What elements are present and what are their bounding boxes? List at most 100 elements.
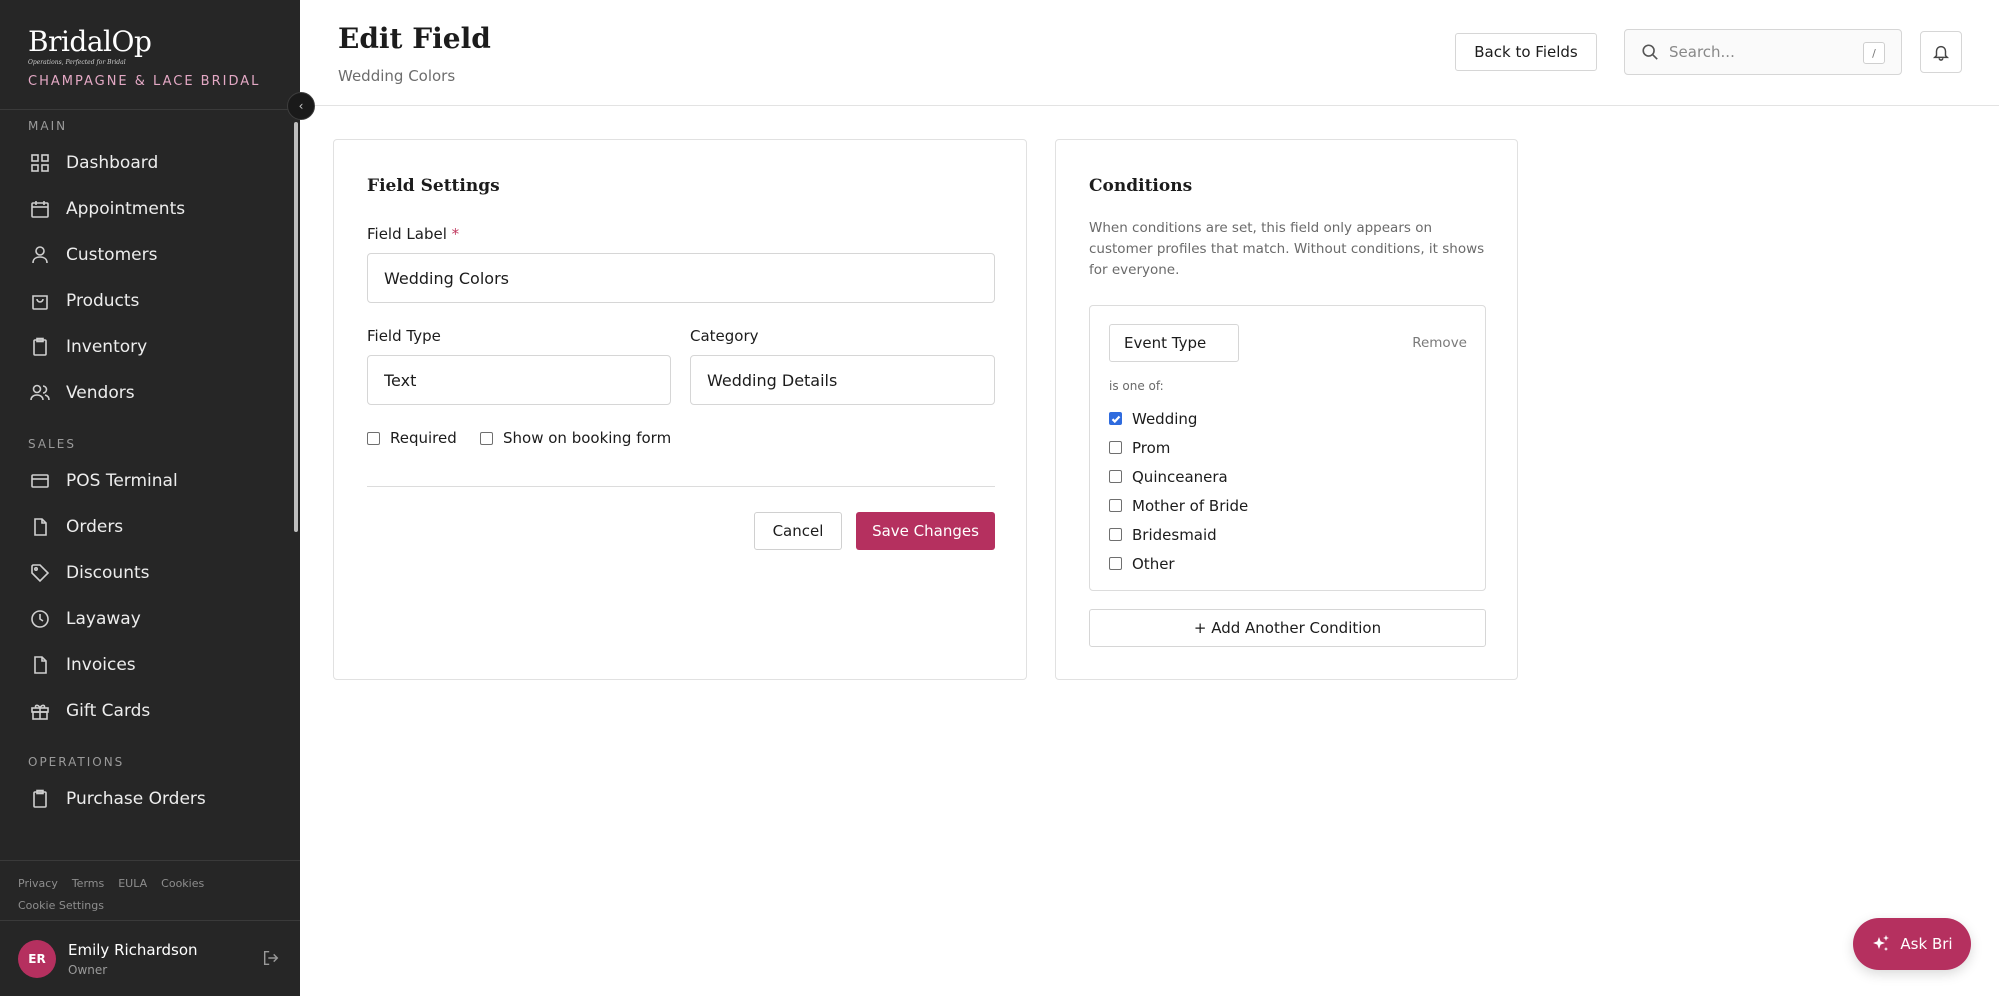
condition-attribute-select[interactable]: Event Type: [1109, 324, 1239, 362]
page-subtitle: Wedding Colors: [338, 67, 456, 85]
sidebar-item-label: Invoices: [66, 655, 136, 675]
required-checkbox-row[interactable]: Required: [367, 429, 457, 447]
add-another-condition-button[interactable]: + Add Another Condition: [1089, 609, 1486, 647]
sidebar-item-layaway[interactable]: Layaway: [0, 596, 300, 642]
gift-icon: [31, 704, 49, 720]
option-bridesmaid[interactable]: Bridesmaid: [1109, 520, 1248, 549]
sidebar-item-inventory[interactable]: Inventory: [0, 324, 300, 370]
required-checkbox[interactable]: [367, 431, 380, 445]
sidebar-item-invoices[interactable]: Invoices: [0, 642, 300, 688]
sparkles-icon: [1873, 935, 1890, 951]
notifications-button[interactable]: [1920, 31, 1962, 73]
remove-condition-link[interactable]: Remove: [1412, 335, 1467, 351]
sidebar-footer: Privacy Terms EULA Cookies Cookie Settings …: [0, 860, 300, 996]
option-label: Quinceanera: [1132, 467, 1228, 486]
sidebar-nav: MAIN Dashboard Appointments Customers Pr…: [0, 112, 300, 860]
option-checkbox[interactable]: [1109, 441, 1122, 454]
option-checkbox[interactable]: [1109, 528, 1122, 541]
sidebar-item-customers[interactable]: Customers: [0, 232, 300, 278]
option-label: Bridesmaid: [1132, 525, 1217, 544]
sidebar-item-label: Appointments: [66, 199, 186, 219]
option-other[interactable]: Other: [1109, 549, 1248, 578]
logo-tagline: Operations, Perfected for Bridal: [28, 59, 126, 66]
search-input[interactable]: [1669, 43, 1859, 61]
condition-operator: is one of:: [1109, 379, 1164, 393]
section-label-main: MAIN: [28, 119, 68, 133]
search-icon: [1642, 44, 1658, 60]
sidebar-item-purchase-orders[interactable]: Purchase Orders: [0, 776, 300, 822]
field-type-input[interactable]: [367, 355, 671, 405]
sidebar-item-label: Inventory: [66, 337, 148, 357]
divider: [367, 486, 995, 487]
chevron-left-icon: ‹: [298, 99, 304, 113]
user-profile[interactable]: ER Emily Richardson Owner: [0, 920, 300, 996]
calendar-icon: [31, 201, 49, 218]
sidebar-item-orders[interactable]: Orders: [0, 504, 300, 550]
sidebar-item-label: Customers: [66, 245, 158, 265]
logout-icon[interactable]: [262, 949, 280, 967]
bell-icon: [1932, 45, 1950, 61]
avatar: ER: [18, 939, 56, 978]
user-icon: [32, 246, 48, 264]
option-mother-of-bride[interactable]: Mother of Bride: [1109, 491, 1248, 520]
check-icon: [1111, 415, 1120, 423]
cookie-settings-link[interactable]: Cookie Settings: [18, 899, 104, 912]
sidebar-item-label: Layaway: [66, 609, 141, 629]
conditions-card: Conditions When conditions are set, this…: [1055, 139, 1518, 680]
sidebar-item-discounts[interactable]: Discounts: [0, 550, 300, 596]
field-settings-title: Field Settings: [367, 176, 500, 196]
field-settings-card: Field Settings Field Label * Field Type …: [333, 139, 1027, 680]
option-label: Prom: [1132, 438, 1171, 457]
option-checkbox[interactable]: [1109, 412, 1122, 425]
sidebar-item-label: POS Terminal: [66, 471, 178, 491]
required-asterisk: *: [451, 225, 460, 243]
sidebar-item-appointments[interactable]: Appointments: [0, 186, 300, 232]
sidebar-scrollbar[interactable]: [294, 122, 298, 532]
search-bar: /: [1624, 29, 1902, 75]
collapse-sidebar-button[interactable]: ‹: [287, 92, 315, 120]
condition-block: Event Type Remove is one of: Wedding Pro…: [1089, 305, 1486, 591]
sidebar-item-pos-terminal[interactable]: POS Terminal: [0, 458, 300, 504]
document-icon: [34, 518, 47, 536]
shopping-bag-icon: [32, 295, 48, 310]
save-changes-button[interactable]: Save Changes: [856, 512, 995, 550]
eula-link[interactable]: EULA: [118, 877, 147, 890]
sidebar-item-gift-cards[interactable]: Gift Cards: [0, 688, 300, 734]
sidebar: BridalOp Operations, Perfected for Brida…: [0, 0, 300, 996]
sidebar-item-label: Gift Cards: [66, 701, 151, 721]
clipboard-icon: [33, 337, 47, 356]
search-shortcut-key: /: [1863, 42, 1885, 64]
brand: BridalOp Operations, Perfected for Brida…: [0, 0, 300, 110]
privacy-link[interactable]: Privacy: [18, 877, 58, 890]
option-prom[interactable]: Prom: [1109, 433, 1248, 462]
show-on-booking-checkbox[interactable]: [480, 431, 493, 445]
sidebar-item-label: Discounts: [66, 563, 150, 583]
ask-bri-label: Ask Bri: [1900, 935, 1953, 953]
logo[interactable]: BridalOp: [28, 28, 300, 56]
cancel-button[interactable]: Cancel: [754, 512, 842, 550]
section-label-operations: OPERATIONS: [28, 755, 125, 769]
credit-card-icon: [31, 474, 49, 488]
sidebar-item-label: Vendors: [66, 383, 135, 403]
sidebar-item-label: Orders: [66, 517, 124, 537]
ask-bri-button[interactable]: Ask Bri: [1853, 918, 1971, 970]
sidebar-item-products[interactable]: Products: [0, 278, 300, 324]
page-header: Edit Field Wedding Colors Back to Fields…: [300, 0, 1999, 106]
option-checkbox[interactable]: [1109, 499, 1122, 512]
option-quinceanera[interactable]: Quinceanera: [1109, 462, 1248, 491]
cookies-link[interactable]: Cookies: [161, 877, 204, 890]
back-to-fields-button[interactable]: Back to Fields: [1455, 33, 1597, 71]
option-checkbox[interactable]: [1109, 557, 1122, 570]
field-label-input[interactable]: [367, 253, 995, 303]
field-label-label: Field Label *: [367, 225, 459, 243]
terms-link[interactable]: Terms: [72, 877, 104, 890]
sidebar-item-label: Purchase Orders: [66, 789, 206, 809]
option-wedding[interactable]: Wedding: [1109, 404, 1248, 433]
sidebar-item-dashboard[interactable]: Dashboard: [0, 140, 300, 186]
option-checkbox[interactable]: [1109, 470, 1122, 483]
category-input[interactable]: [690, 355, 995, 405]
booking-checkbox-row[interactable]: Show on booking form: [480, 429, 671, 447]
sidebar-item-vendors[interactable]: Vendors: [0, 370, 300, 416]
category-label: Category: [690, 327, 759, 345]
field-label-text: Field Label: [367, 225, 447, 243]
